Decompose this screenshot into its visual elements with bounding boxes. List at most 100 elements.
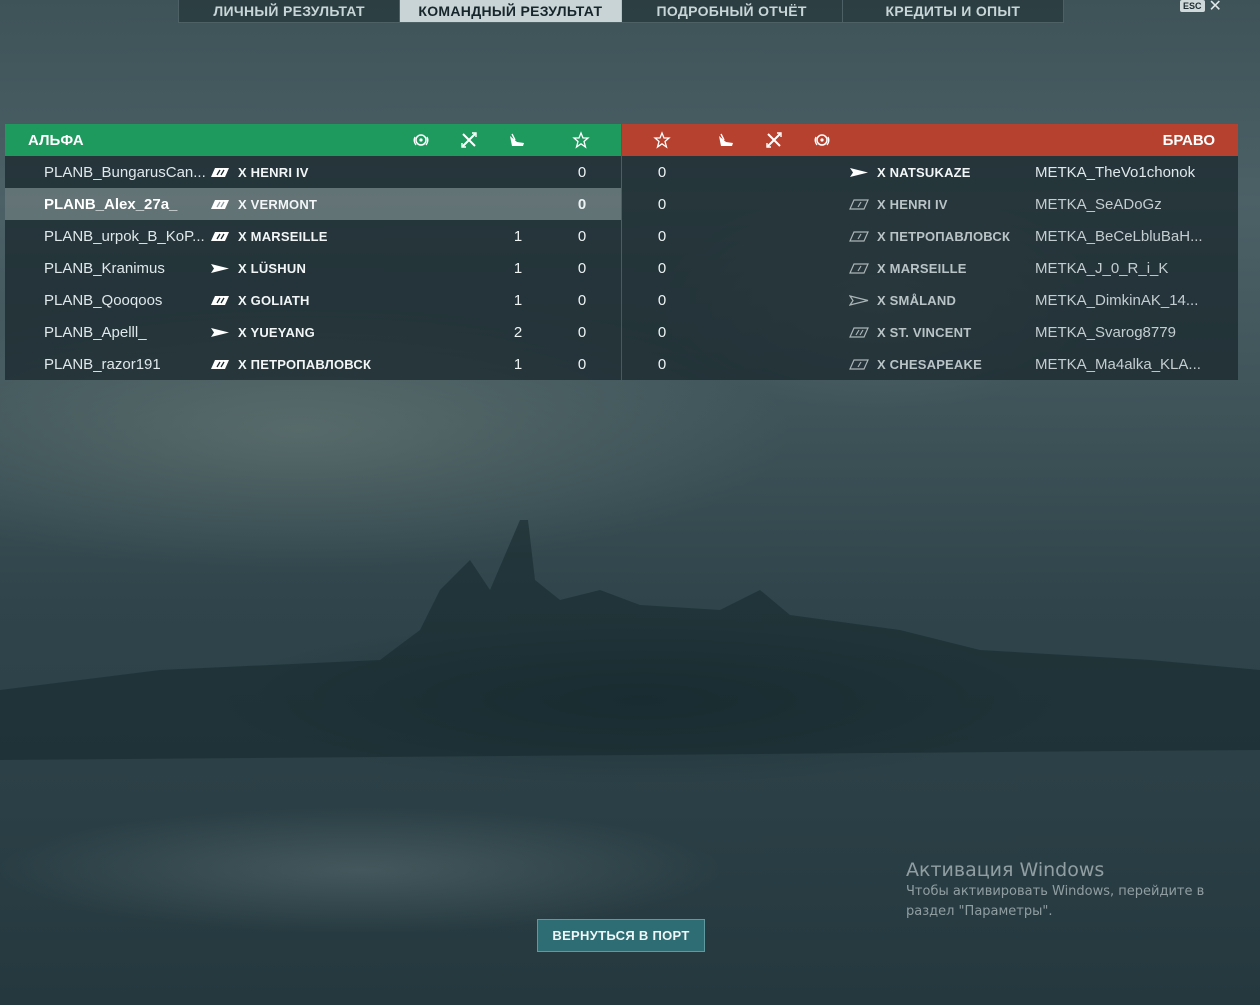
- table-row[interactable]: PLANB_BungarusCan... X HENRI IV 0: [5, 156, 621, 188]
- score-value: 0: [577, 228, 587, 245]
- score-value: 0: [657, 196, 667, 213]
- ship-name: X GOLIATH: [238, 293, 310, 308]
- bravo-player-list: 0 X NATSUKAZE METKA_TheVo1chonok 0 X HEN…: [622, 156, 1238, 380]
- star-icon[interactable]: [653, 131, 671, 149]
- table-row[interactable]: 0 X HENRI IV METKA_SeADoGz: [622, 188, 1238, 220]
- tab-detailed-report[interactable]: ПОДРОБНЫЙ ОТЧЁТ: [622, 0, 843, 22]
- kills-value: 1: [513, 228, 523, 245]
- crossed-swords-icon[interactable]: [460, 131, 478, 149]
- battleship-class-icon: [210, 199, 230, 210]
- plane-icon[interactable]: [508, 131, 526, 149]
- kills-value: 1: [513, 356, 523, 373]
- player-name: PLANB_razor191: [44, 356, 161, 373]
- ship-name: X YUEYANG: [238, 325, 315, 340]
- alpha-team-panel: АЛЬФА PLANB_BungarusCan... X HENRI IV 0 …: [5, 124, 621, 380]
- score-value: 0: [577, 260, 587, 277]
- destroyer-class-icon: [849, 167, 869, 178]
- crossed-swords-icon[interactable]: [765, 131, 783, 149]
- alpha-team-name: АЛЬФА: [28, 132, 84, 149]
- player-name: METKA_TheVo1chonok: [1035, 164, 1196, 181]
- watermark-text: Чтобы активировать Windows, перейдите в …: [906, 884, 1205, 919]
- table-row-current-player[interactable]: PLANB_Alex_27a_ X VERMONT 0: [5, 188, 621, 220]
- player-name: PLANB_BungarusCan...: [44, 164, 206, 181]
- score-value: 0: [577, 356, 587, 373]
- return-to-port-button[interactable]: ВЕРНУТЬСЯ В ПОРТ: [537, 919, 705, 952]
- table-row[interactable]: PLANB_Qooqoos X GOLIATH 1 0: [5, 284, 621, 316]
- ship-name: X ST. VINCENT: [877, 325, 972, 340]
- esc-key-label: ESC: [1180, 0, 1205, 12]
- score-value: 0: [657, 292, 667, 309]
- table-row[interactable]: 0 X MARSEILLE METKA_J_0_R_i_K: [622, 252, 1238, 284]
- cruiser-class-icon-destroyed: [849, 231, 869, 242]
- cruiser-class-icon-destroyed: [849, 263, 869, 274]
- player-name: METKA_Svarog8779: [1035, 324, 1176, 341]
- ship-name: X LÜSHUN: [238, 261, 307, 276]
- player-name: METKA_BeCeLbluBaH...: [1035, 228, 1203, 245]
- battleship-class-icon-destroyed: [849, 327, 869, 338]
- alpha-team-header: АЛЬФА: [5, 124, 621, 156]
- plane-icon[interactable]: [717, 131, 735, 149]
- alpha-player-list: PLANB_BungarusCan... X HENRI IV 0 PLANB_…: [5, 156, 621, 380]
- bravo-team-header: БРАВО: [622, 124, 1238, 156]
- score-value: 0: [577, 164, 587, 181]
- ship-name: X HENRI IV: [238, 165, 309, 180]
- windows-activation-watermark: Активация Windows Чтобы активировать Win…: [906, 858, 1226, 922]
- player-name: PLANB_urpok_B_KoP...: [44, 228, 205, 245]
- table-row[interactable]: PLANB_urpok_B_KoP... X MARSEILLE 1 0: [5, 220, 621, 252]
- tab-credits-and-xp[interactable]: КРЕДИТЫ И ОПЫТ: [843, 0, 1063, 22]
- table-row[interactable]: 0 X ST. VINCENT METKA_Svarog8779: [622, 316, 1238, 348]
- tab-team-result[interactable]: КОМАНДНЫЙ РЕЗУЛЬТАТ: [400, 0, 622, 22]
- battleship-class-icon: [210, 167, 230, 178]
- ship-name: X MARSEILLE: [238, 229, 328, 244]
- ship-name: X NATSUKAZE: [877, 165, 971, 180]
- score-value: 0: [657, 356, 667, 373]
- background-ship-image: [0, 520, 1260, 760]
- result-tabs: ЛИЧНЫЙ РЕЗУЛЬТАТ КОМАНДНЫЙ РЕЗУЛЬТАТ ПОД…: [178, 0, 1064, 23]
- bravo-team-name: БРАВО: [1162, 132, 1215, 149]
- player-name: PLANB_Apelll_: [44, 324, 147, 341]
- table-row[interactable]: 0 X SMÅLAND METKA_DimkinAK_14...: [622, 284, 1238, 316]
- player-name: PLANB_Qooqoos: [44, 292, 163, 309]
- ship-name: X SMÅLAND: [877, 293, 957, 308]
- player-name: PLANB_Kranimus: [44, 260, 165, 277]
- ship-name: X CHESAPEAKE: [877, 357, 982, 372]
- player-name: PLANB_Alex_27a_: [44, 196, 178, 213]
- kills-value: 2: [513, 324, 523, 341]
- kills-value: 1: [513, 260, 523, 277]
- ship-name: X MARSEILLE: [877, 261, 967, 276]
- cruiser-class-icon-destroyed: [849, 199, 869, 210]
- destroyer-class-icon: [210, 327, 230, 338]
- table-row[interactable]: PLANB_Kranimus X LÜSHUN 1 0: [5, 252, 621, 284]
- bravo-team-panel: БРАВО 0 X NATSUKAZE METKA_TheVo1chonok 0…: [622, 124, 1238, 380]
- cruiser-class-icon-destroyed: [849, 359, 869, 370]
- battleship-class-icon: [210, 231, 230, 242]
- score-value: 0: [657, 228, 667, 245]
- laurel-icon[interactable]: [813, 131, 831, 149]
- ship-name: X ПЕТРОПАВЛОВСК: [238, 357, 372, 372]
- kills-value: 1: [513, 292, 523, 309]
- player-name: METKA_SeADoGz: [1035, 196, 1162, 213]
- table-row[interactable]: 0 X NATSUKAZE METKA_TheVo1chonok: [622, 156, 1238, 188]
- star-icon[interactable]: [572, 131, 590, 149]
- table-row[interactable]: 0 X CHESAPEAKE METKA_Ma4alka_KLA...: [622, 348, 1238, 380]
- score-value: 0: [577, 324, 587, 341]
- score-value: 0: [577, 292, 587, 309]
- table-row[interactable]: PLANB_Apelll_ X YUEYANG 2 0: [5, 316, 621, 348]
- esc-close-button[interactable]: ESC ✕: [1180, 0, 1222, 14]
- table-row[interactable]: 0 X ПЕТРОПАВЛОВСК METKA_BeCeLbluBaH...: [622, 220, 1238, 252]
- destroyer-class-icon: [210, 263, 230, 274]
- ship-name: X HENRI IV: [877, 197, 948, 212]
- tab-personal-result[interactable]: ЛИЧНЫЙ РЕЗУЛЬТАТ: [179, 0, 401, 22]
- watermark-title: Активация Windows: [906, 859, 1105, 881]
- destroyer-class-icon-destroyed: [849, 295, 869, 306]
- player-name: METKA_Ma4alka_KLA...: [1035, 356, 1201, 373]
- table-row[interactable]: PLANB_razor191 X ПЕТРОПАВЛОВСК 1 0: [5, 348, 621, 380]
- player-name: METKA_J_0_R_i_K: [1035, 260, 1169, 277]
- close-icon[interactable]: ✕: [1209, 0, 1222, 14]
- battleship-class-icon: [210, 295, 230, 306]
- laurel-icon[interactable]: [412, 131, 430, 149]
- ship-name: X ПЕТРОПАВЛОВСК: [877, 229, 1011, 244]
- ship-name: X VERMONT: [238, 197, 318, 212]
- score-value: 0: [577, 196, 587, 213]
- battleship-class-icon: [210, 359, 230, 370]
